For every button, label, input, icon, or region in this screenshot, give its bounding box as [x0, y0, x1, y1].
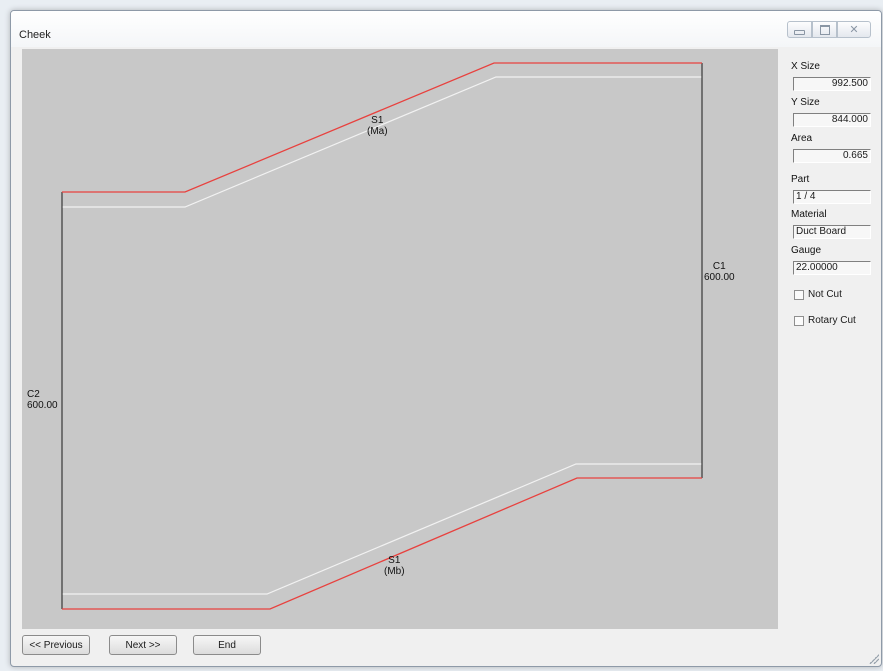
area-field[interactable]: 0.665: [793, 149, 871, 163]
bottom-edge-name: S1: [388, 555, 401, 566]
window-controls: ✕: [787, 21, 871, 38]
maximize-icon: [819, 24, 830, 35]
part-drawing: [61, 62, 703, 610]
bottom-edge-sub: (Mb): [384, 566, 405, 577]
close-button[interactable]: ✕: [837, 21, 871, 38]
next-button[interactable]: Next >>: [109, 635, 177, 655]
y-size-field[interactable]: 844.000: [793, 113, 871, 127]
cheek-window: Cheek ✕ S1 (Ma) S1 (Mb) C1 600.00 C2 600…: [10, 10, 882, 667]
material-field[interactable]: Duct Board: [793, 225, 871, 239]
part-drawing-canvas[interactable]: S1 (Ma) S1 (Mb) C1 600.00 C2 600.00: [22, 49, 778, 629]
bottom-edge-label: S1 (Mb): [384, 555, 405, 577]
end-button[interactable]: End: [193, 635, 261, 655]
close-icon: ✕: [849, 24, 859, 36]
resize-grip-icon[interactable]: [869, 654, 879, 664]
right-edge-name: C1: [712, 261, 726, 272]
maximize-button[interactable]: [812, 21, 837, 38]
previous-button[interactable]: << Previous: [22, 635, 90, 655]
part-field[interactable]: 1 / 4: [793, 190, 871, 204]
title-bar: Cheek ✕: [11, 11, 881, 47]
gauge-field[interactable]: 22.00000: [793, 261, 871, 275]
top-edge-sub: (Ma): [367, 126, 388, 137]
not-cut-label: Not Cut: [808, 289, 842, 300]
left-edge-value: 600.00: [27, 400, 58, 411]
cut-bottom-edge: [62, 477, 702, 610]
right-edge-value: 600.00: [704, 272, 735, 283]
y-size-label: Y Size: [791, 97, 820, 108]
left-edge-label: C2 600.00: [27, 389, 58, 411]
top-edge-label: S1 (Ma): [367, 115, 388, 137]
offset-top-edge: [62, 76, 702, 208]
gauge-label: Gauge: [791, 245, 822, 256]
top-edge-name: S1: [371, 115, 384, 126]
area-label: Area: [791, 133, 813, 144]
window-title: Cheek: [19, 29, 51, 41]
x-size-label: X Size: [791, 61, 820, 72]
left-edge-name: C2: [27, 389, 40, 400]
minimize-button[interactable]: [787, 21, 812, 38]
rotary-cut-label: Rotary Cut: [808, 315, 856, 326]
material-label: Material: [791, 209, 827, 220]
rotary-cut-checkbox[interactable]: Rotary Cut: [794, 315, 856, 326]
not-cut-checkbox[interactable]: Not Cut: [794, 289, 842, 300]
offset-bottom-edge: [62, 463, 702, 595]
minimize-icon: [794, 30, 805, 35]
not-cut-box[interactable]: [794, 289, 804, 300]
part-label: Part: [791, 174, 810, 185]
right-edge-label: C1 600.00: [704, 261, 735, 283]
rotary-cut-box[interactable]: [794, 315, 804, 326]
x-size-field[interactable]: 992.500: [793, 77, 871, 91]
